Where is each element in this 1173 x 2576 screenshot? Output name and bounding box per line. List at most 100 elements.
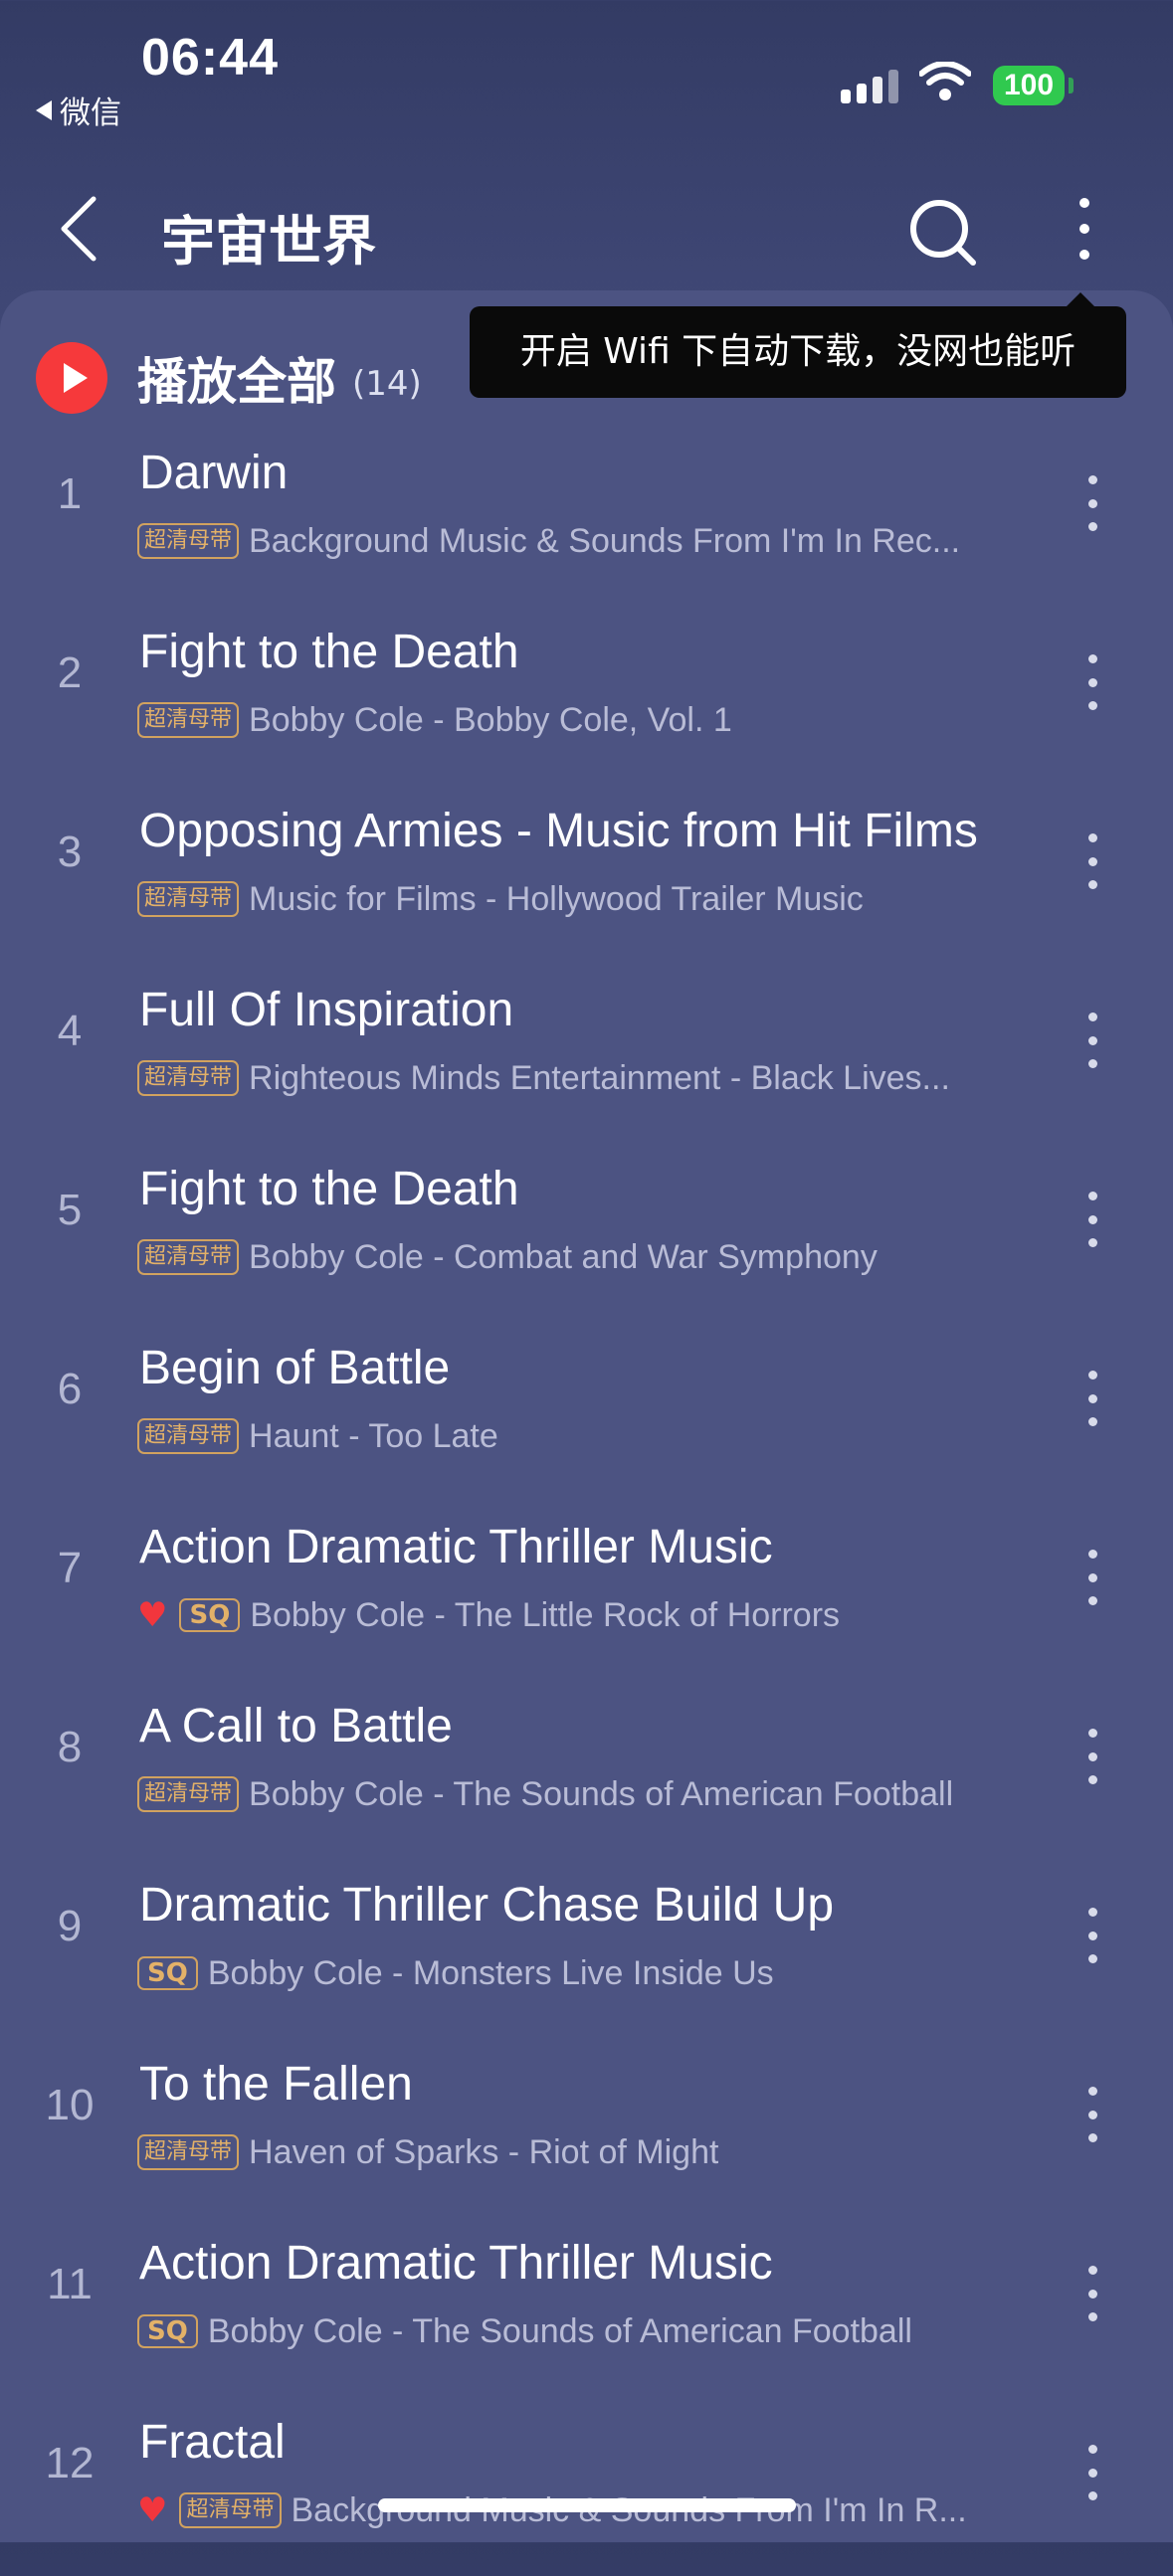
song-more-icon[interactable] bbox=[1078, 1192, 1106, 1247]
nav-header: 宇宙世界 bbox=[0, 159, 1173, 298]
battery-tip bbox=[1069, 78, 1074, 93]
back-arrow-icon[interactable] bbox=[50, 189, 109, 269]
track-number: 5 bbox=[57, 1186, 83, 1234]
song-subtitle: Bobby Cole - Combat and War Symphony bbox=[249, 1237, 878, 1276]
quality-badge: 超清母带 bbox=[137, 881, 240, 917]
song-row[interactable]: 1 Darwin 超清母带 Background Music & Sounds Fro… bbox=[0, 428, 1173, 607]
battery-indicator: 100 bbox=[993, 66, 1065, 105]
play-all-button[interactable]: 播放全部 (14) bbox=[36, 338, 422, 418]
song-subtitle: Bobby Cole - Monsters Live Inside Us bbox=[207, 1953, 774, 1992]
song-subtitle: Bobby Cole - Bobby Cole, Vol. 1 bbox=[249, 700, 732, 739]
song-more-icon[interactable] bbox=[1078, 1371, 1106, 1426]
song-meta: 超清母带 Background Music & Sounds From I'm I… bbox=[137, 517, 960, 565]
song-meta: 超清母带 Bobby Cole - The Sounds of American … bbox=[137, 1770, 953, 1818]
song-title: A Call to Battle bbox=[139, 1700, 453, 1752]
quality-badge: 超清母带 bbox=[137, 1418, 240, 1454]
track-number: 10 bbox=[45, 2081, 95, 2129]
song-more-icon[interactable] bbox=[1078, 2445, 1106, 2500]
song-row[interactable]: 8 A Call to Battle 超清母带 Bobby Cole - The So… bbox=[0, 1681, 1173, 1860]
song-row[interactable]: 12Fractal♥超清母带Background Music & Sounds … bbox=[0, 2397, 1173, 2576]
song-title: Fight to the Death bbox=[139, 1163, 519, 1215]
song-meta: 超清母带 Music for Films - Hollywood Trailer … bbox=[137, 875, 864, 923]
liked-heart-icon[interactable]: ♥ bbox=[137, 2493, 167, 2527]
song-title: Fight to the Death bbox=[139, 626, 519, 678]
track-number: 7 bbox=[57, 1544, 83, 1592]
track-number: 4 bbox=[57, 1007, 83, 1055]
song-meta: 超清母带 Righteous Minds Entertainment - Blac… bbox=[137, 1054, 950, 1102]
song-more-icon[interactable] bbox=[1078, 2266, 1106, 2321]
song-title: To the Fallen bbox=[139, 2058, 413, 2111]
song-title: Action Dramatic Thriller Music bbox=[139, 2237, 773, 2290]
quality-badge: 超清母带 bbox=[137, 523, 240, 559]
liked-heart-icon[interactable]: ♥ bbox=[137, 1598, 167, 1632]
song-more-icon[interactable] bbox=[1078, 1550, 1106, 1605]
back-triangle-icon bbox=[36, 99, 52, 120]
song-meta: SQ Bobby Cole - Monsters Live Inside Us bbox=[137, 1949, 774, 1997]
play-all-label: 播放全部 bbox=[137, 353, 336, 411]
track-number: 1 bbox=[57, 469, 83, 518]
play-icon bbox=[36, 342, 107, 414]
page-title: 宇宙世界 bbox=[161, 210, 376, 273]
home-indicator[interactable] bbox=[378, 2498, 796, 2512]
quality-badge: 超清母带 bbox=[179, 2492, 282, 2528]
song-more-icon[interactable] bbox=[1078, 2087, 1106, 2142]
song-title: Fractal bbox=[139, 2416, 286, 2469]
song-more-icon[interactable] bbox=[1078, 475, 1106, 531]
quality-badge: SQ bbox=[179, 1598, 241, 1632]
track-number: 2 bbox=[57, 648, 83, 697]
song-more-icon[interactable] bbox=[1078, 833, 1106, 889]
song-meta: 超清母带 Haven of Sparks - Riot of Might bbox=[137, 2128, 718, 2176]
song-row[interactable]: 7 Action Dramatic Thriller Music ♥ SQ Bobby … bbox=[0, 1502, 1173, 1681]
song-meta: ♥ SQ Bobby Cole - The Little Rock of Horro… bbox=[137, 1591, 840, 1639]
track-number: 9 bbox=[57, 1902, 83, 1950]
song-subtitle: Haven of Sparks - Riot of Might bbox=[249, 2132, 719, 2171]
track-number: 3 bbox=[57, 828, 83, 876]
song-row[interactable]: 6 Begin of Battle 超清母带 Haunt - Too Late bbox=[0, 1323, 1173, 1502]
song-title: Full Of Inspiration bbox=[139, 984, 514, 1036]
wifi-icon bbox=[919, 62, 971, 100]
song-title: Opposing Armies - Music from Hit Films bbox=[139, 805, 978, 857]
track-count: (14) bbox=[352, 364, 422, 404]
auto-download-tooltip[interactable]: 开启 Wifi 下自动下载，没网也能听 bbox=[470, 292, 1126, 398]
song-subtitle: Music for Films - Hollywood Trailer Musi… bbox=[249, 879, 864, 918]
back-to-app-link[interactable]: 微信 bbox=[36, 88, 121, 132]
song-more-icon[interactable] bbox=[1078, 654, 1106, 710]
quality-badge: 超清母带 bbox=[137, 1776, 240, 1812]
song-row[interactable]: 9 Dramatic Thriller Chase Build Up SQ Bobby… bbox=[0, 1860, 1173, 2039]
song-row[interactable]: 4 Full Of Inspiration 超清母带 Righteous Minds … bbox=[0, 965, 1173, 1144]
song-subtitle: Bobby Cole - The Sounds of American Foot… bbox=[249, 1774, 954, 1813]
quality-badge: 超清母带 bbox=[137, 702, 240, 738]
track-number: 8 bbox=[57, 1723, 83, 1771]
song-meta: 超清母带 Bobby Cole - Bobby Cole, Vol. 1 bbox=[137, 696, 732, 744]
song-subtitle: Bobby Cole - The Sounds of American Foot… bbox=[207, 2311, 912, 2350]
song-title: Darwin bbox=[139, 447, 289, 499]
quality-badge: 超清母带 bbox=[137, 1060, 240, 1096]
song-title: Action Dramatic Thriller Music bbox=[139, 1521, 773, 1573]
song-row[interactable]: 10 To the Fallen 超清母带 Haven of Sparks - Rio… bbox=[0, 2039, 1173, 2218]
status-bar: 06:44 微信 100 bbox=[0, 0, 1173, 159]
song-row[interactable]: 2 Fight to the Death 超清母带 Bobby Cole - Bobb… bbox=[0, 607, 1173, 786]
quality-badge: 超清母带 bbox=[137, 1239, 240, 1275]
song-more-icon[interactable] bbox=[1078, 1012, 1106, 1068]
song-more-icon[interactable] bbox=[1078, 1729, 1106, 1784]
song-subtitle: Haunt - Too Late bbox=[249, 1416, 498, 1455]
song-row[interactable]: 11 Action Dramatic Thriller Music SQ Bobby … bbox=[0, 2218, 1173, 2397]
song-meta: 超清母带 Bobby Cole - Combat and War Symphony bbox=[137, 1233, 878, 1281]
more-options-icon[interactable] bbox=[1065, 189, 1104, 269]
status-time: 06:44 bbox=[141, 29, 279, 87]
track-number: 6 bbox=[57, 1365, 83, 1413]
quality-badge: 超清母带 bbox=[137, 2134, 240, 2170]
song-subtitle: Background Music & Sounds From I'm In Re… bbox=[249, 521, 961, 560]
search-icon[interactable] bbox=[903, 193, 983, 273]
quality-badge: SQ bbox=[137, 2314, 198, 2348]
song-meta: 超清母带 Haunt - Too Late bbox=[137, 1412, 498, 1460]
song-row[interactable]: 5 Fight to the Death 超清母带 Bobby Cole - Comb… bbox=[0, 1144, 1173, 1323]
song-title: Begin of Battle bbox=[139, 1342, 451, 1394]
song-subtitle: Bobby Cole - The Little Rock of Horrors bbox=[250, 1595, 841, 1634]
song-more-icon[interactable] bbox=[1078, 1908, 1106, 1963]
track-number: 11 bbox=[47, 2260, 93, 2308]
song-meta: SQ Bobby Cole - The Sounds of American Fo… bbox=[137, 2307, 912, 2355]
cellular-signal-icon bbox=[841, 70, 898, 103]
song-row[interactable]: 3 Opposing Armies - Music from Hit Films 超… bbox=[0, 786, 1173, 965]
tooltip-text: 开启 Wifi 下自动下载，没网也能听 bbox=[519, 331, 1076, 372]
